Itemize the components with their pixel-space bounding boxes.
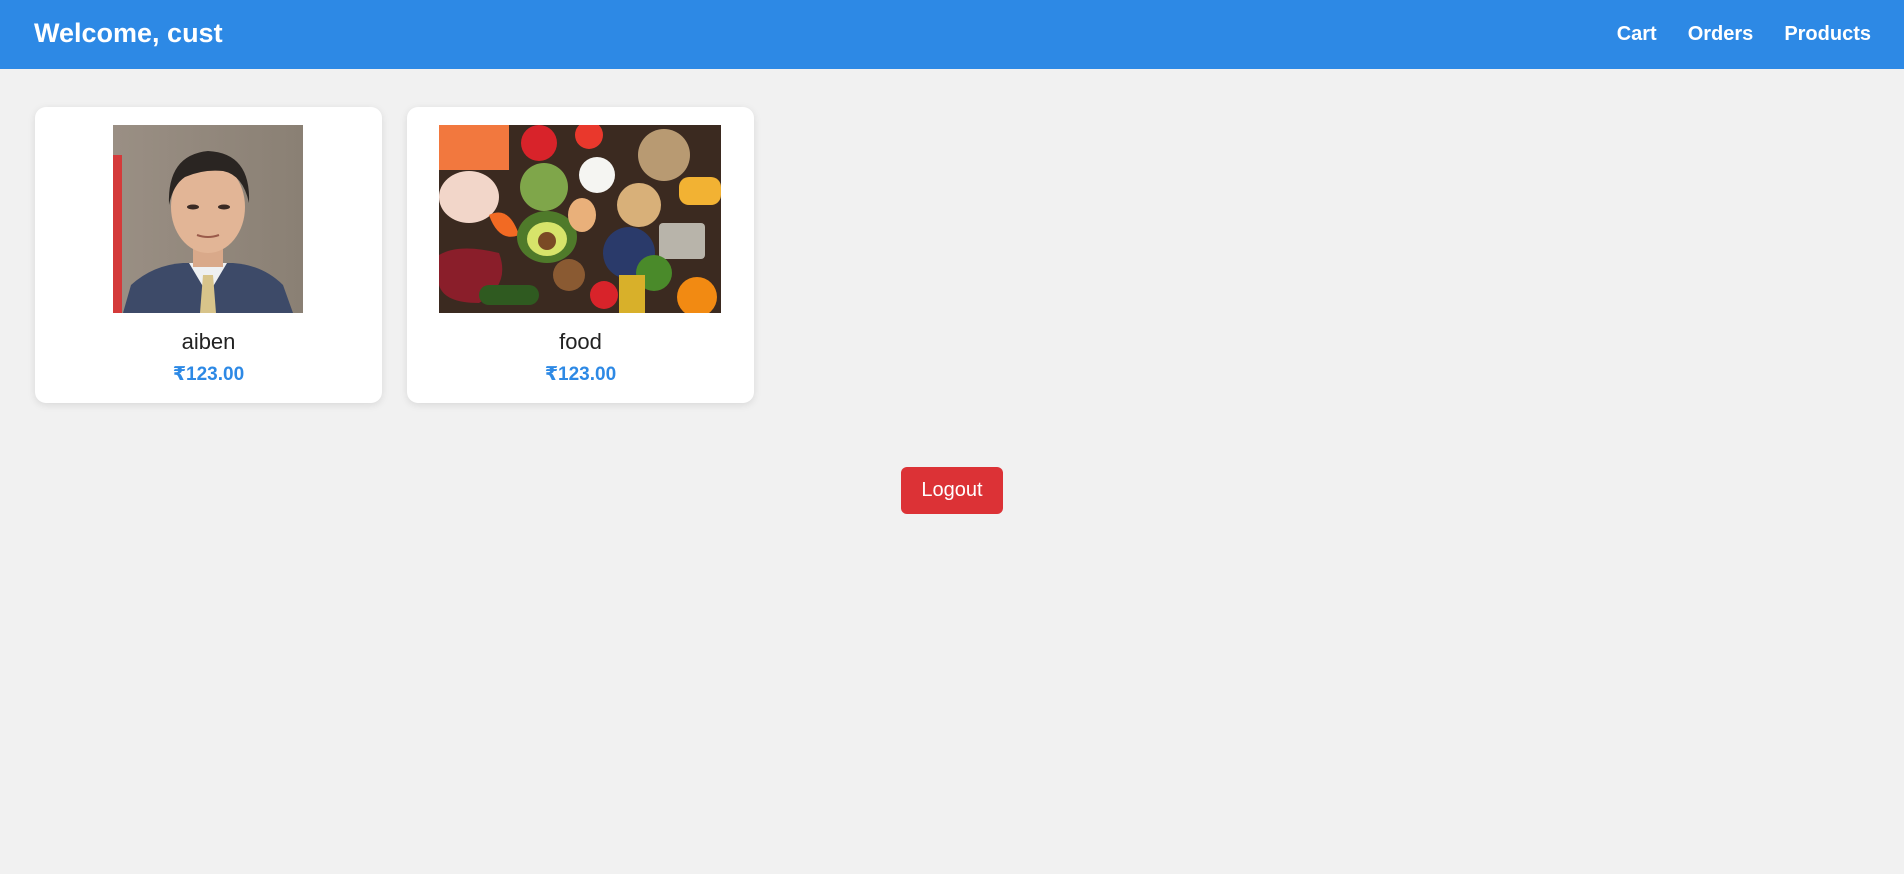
top-bar: Welcome, cust Cart Orders Products — [0, 0, 1904, 69]
food-assortment-photo — [439, 125, 721, 313]
nav-orders-link[interactable]: Orders — [1688, 23, 1754, 46]
product-grid: aiben ₹123.00 food ₹123.00 — [35, 107, 754, 403]
welcome-title: Welcome, cust — [34, 17, 223, 48]
product-name: food — [559, 329, 602, 354]
top-nav: Cart Orders Products — [1617, 23, 1871, 46]
nav-products-link[interactable]: Products — [1784, 23, 1871, 46]
product-price: ₹123.00 — [172, 364, 245, 385]
product-price: ₹123.00 — [544, 364, 617, 385]
nav-cart-link[interactable]: Cart — [1617, 23, 1657, 46]
product-name: aiben — [181, 329, 236, 354]
product-image — [113, 125, 303, 313]
logout-button[interactable]: Logout — [901, 467, 1003, 514]
portrait-photo — [113, 125, 303, 313]
product-card[interactable]: aiben ₹123.00 — [35, 107, 382, 403]
product-image — [439, 125, 721, 313]
product-card[interactable]: food ₹123.00 — [407, 107, 754, 403]
